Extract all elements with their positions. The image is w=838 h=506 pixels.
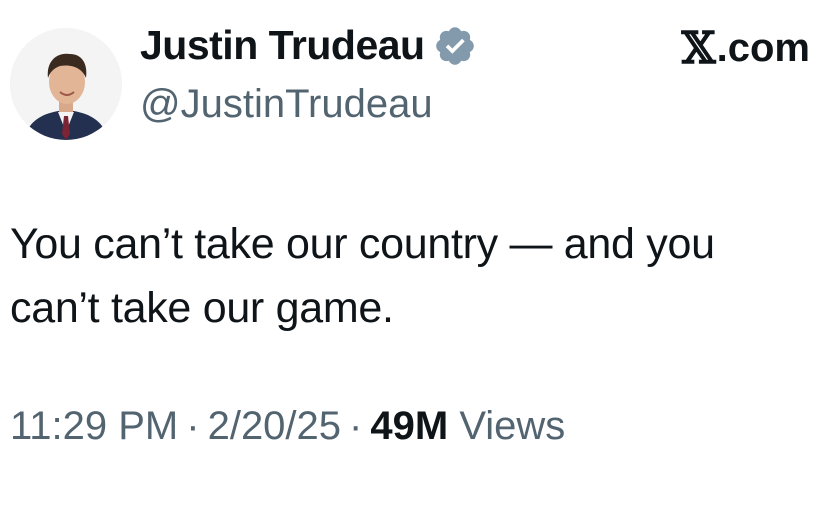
tweet-time[interactable]: 11:29 PM [10, 404, 178, 448]
verified-badge-icon [433, 24, 477, 68]
x-logo-icon: 𝕏 [681, 22, 716, 74]
views-label: Views [459, 404, 566, 448]
tweet-card: Justin Trudeau @JustinTrudeau 𝕏 .com You… [0, 0, 838, 506]
x-com-watermark: 𝕏 .com [682, 26, 811, 71]
author-display-name[interactable]: Justin Trudeau [140, 22, 477, 69]
tweet-meta: 11:29 PM · 2/20/25 · 49M Views [10, 404, 565, 449]
views-count[interactable]: 49M [370, 404, 448, 448]
tweet-date[interactable]: 2/20/25 [208, 404, 341, 448]
brand-domain-text: .com [716, 26, 810, 70]
author-handle[interactable]: @JustinTrudeau [140, 82, 433, 127]
tweet-text: You can’t take our country — and you can… [10, 220, 715, 332]
avatar[interactable] [10, 28, 122, 140]
meta-separator: · [349, 404, 363, 448]
author-name-text: Justin Trudeau [140, 22, 425, 68]
meta-separator: · [186, 404, 200, 448]
profile-photo-icon [10, 28, 122, 140]
